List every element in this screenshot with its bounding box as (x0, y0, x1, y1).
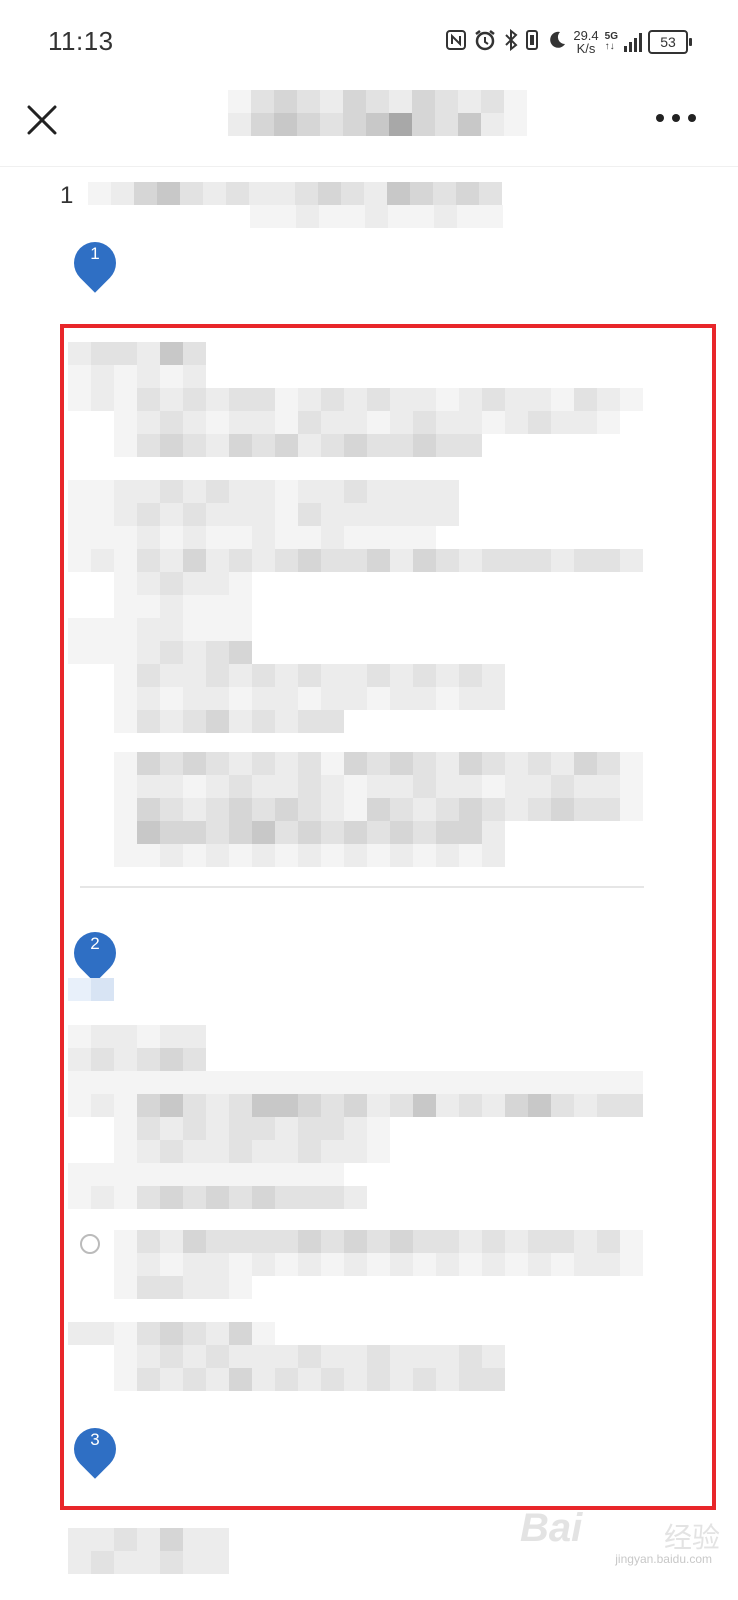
blurred-label (68, 978, 114, 1001)
status-icons: 29.4 K/s 5G ↑↓ 53 (445, 24, 692, 60)
battery-icon: 53 (648, 30, 692, 54)
blurred-text-line (114, 798, 643, 821)
blurred-heading (68, 1048, 206, 1071)
blurred-text-line (114, 664, 505, 687)
blurred-text-line (114, 687, 505, 710)
blurred-text-line (68, 526, 436, 549)
blurred-text-line (68, 641, 252, 664)
blurred-text-line (68, 1094, 643, 1117)
moon-icon (545, 29, 567, 55)
nfc-icon (445, 29, 467, 55)
status-bar: 11:13 29.4 K/s 5G ↑↓ 53 (0, 0, 738, 80)
battery-level: 53 (660, 34, 676, 50)
section-divider (80, 886, 644, 888)
watermark-logo-text: Bai (520, 1506, 583, 1550)
signal-icon (624, 32, 642, 52)
radio-button[interactable] (80, 1234, 100, 1254)
blurred-text-line (114, 821, 505, 844)
blurred-text-line (68, 549, 643, 572)
network-type: 5G ↑↓ (605, 32, 618, 52)
blurred-text-line (68, 480, 459, 503)
close-icon (27, 105, 57, 135)
blurred-text-line (68, 1186, 367, 1209)
page-title-blurred (228, 90, 527, 113)
map-pin-2[interactable]: 2 (65, 923, 125, 986)
vibrate-icon (525, 29, 539, 55)
alarm-icon (473, 28, 497, 56)
blurred-text-line (68, 1071, 643, 1094)
pin-number: 1 (90, 244, 100, 263)
blurred-text-line (88, 182, 502, 205)
close-button[interactable] (22, 100, 62, 140)
blurred-text-line (114, 844, 505, 867)
blurred-text-line (114, 1368, 505, 1391)
blurred-text-line (68, 1322, 275, 1345)
blurred-text-line (68, 1551, 229, 1574)
blurred-text-line (250, 205, 503, 228)
blurred-text-line (114, 411, 620, 434)
baidu-watermark: Bai 经验 jingyan.baidu.com (520, 1502, 720, 1566)
bluetooth-icon (503, 28, 519, 55)
speed-unit: K/s (576, 41, 596, 56)
blurred-text-line (68, 618, 252, 641)
map-pin-3[interactable]: 3 (65, 1419, 125, 1482)
blurred-text-line (114, 1230, 643, 1253)
page-title-blurred-2 (228, 113, 527, 136)
network-activity-arrows: ↑↓ (604, 41, 615, 52)
blurred-text-line (114, 1345, 505, 1368)
blurred-text-line (114, 710, 344, 733)
more-options-button[interactable] (654, 106, 698, 130)
blurred-heading (68, 1025, 206, 1048)
blurred-text-line (68, 503, 459, 526)
pin-number: 2 (90, 934, 100, 953)
blurred-text-line (114, 1140, 390, 1163)
blurred-text-line (114, 1117, 390, 1140)
watermark-domain: jingyan.baidu.com (615, 1552, 712, 1566)
blurred-text-line (68, 388, 643, 411)
blurred-text-line (114, 1276, 252, 1299)
blurred-text-line (114, 1253, 643, 1276)
blurred-text-line (114, 752, 643, 775)
blurred-text-line (68, 1528, 229, 1551)
watermark-sub-text: 经验 (663, 1522, 720, 1553)
blurred-text-line (114, 572, 252, 595)
first-line-prefix: 1 (60, 182, 74, 209)
pin-number: 3 (90, 1430, 100, 1449)
blurred-text-line (114, 595, 252, 618)
map-pin-1[interactable]: 1 (65, 233, 125, 296)
blurred-text-line (68, 1163, 344, 1186)
network-speed: 29.4 K/s (573, 29, 598, 55)
blurred-text-line (114, 775, 643, 798)
blurred-heading (68, 365, 206, 388)
blurred-text-line (114, 434, 482, 457)
blurred-heading (68, 342, 206, 365)
clock-time: 11:13 (48, 26, 114, 56)
top-nav-bar (0, 80, 738, 167)
